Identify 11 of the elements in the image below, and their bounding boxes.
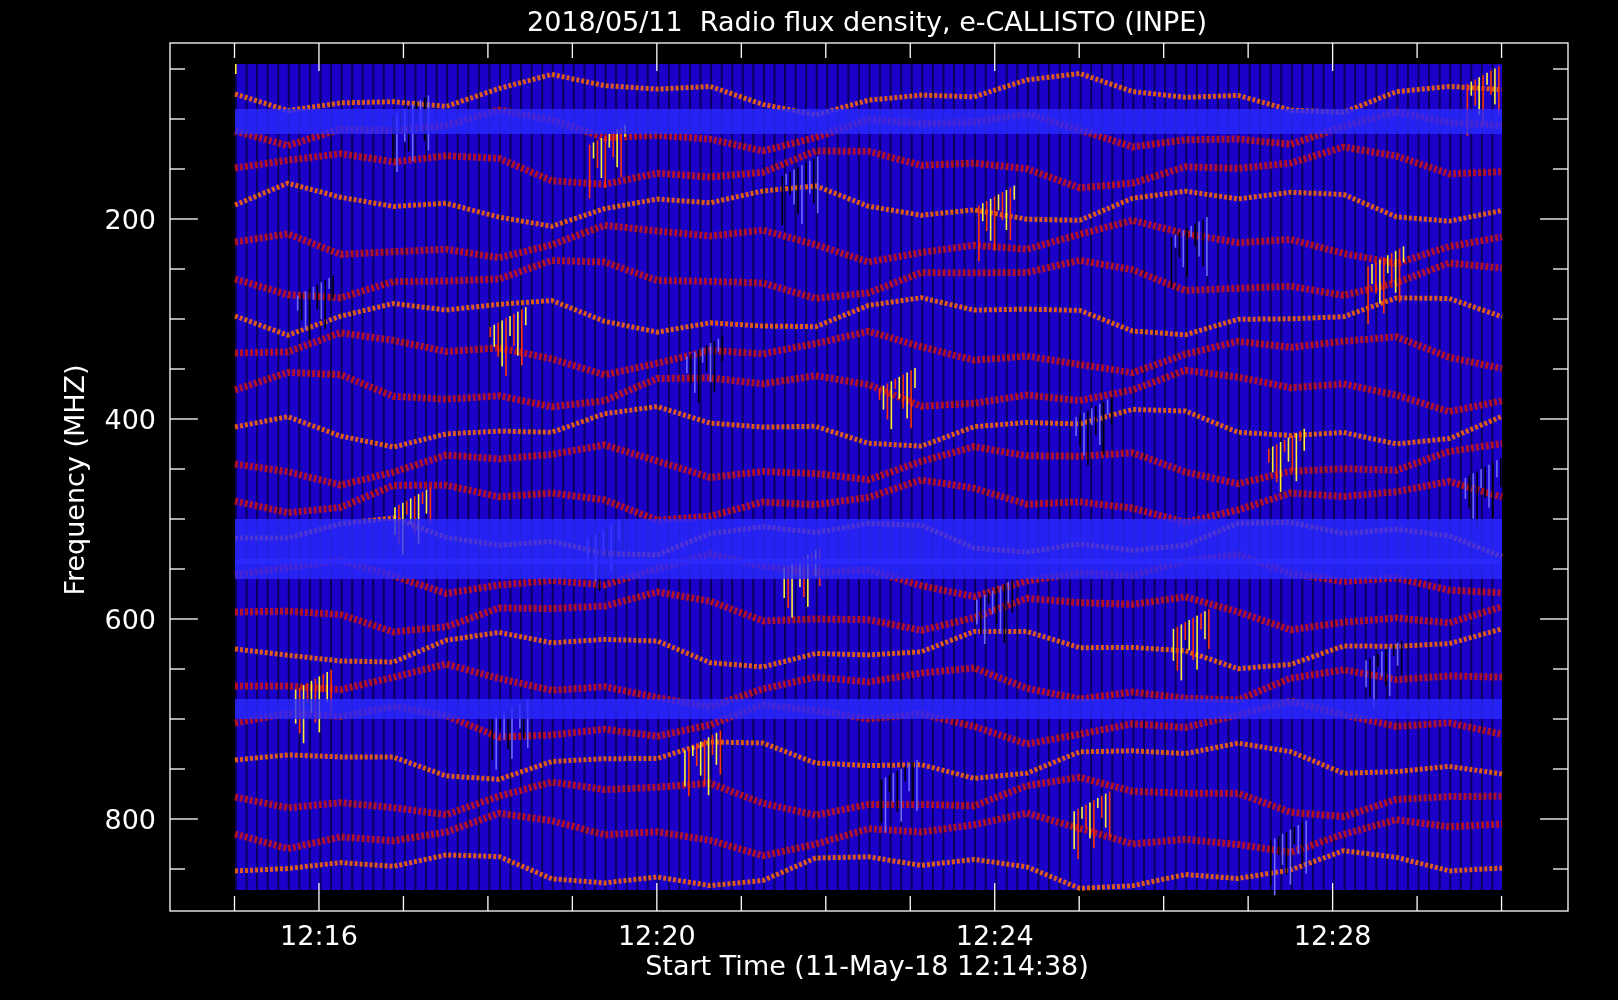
y-tick-label: 200 (104, 204, 156, 235)
plot-title: 2018/05/11 Radio flux density, e-CALLISTO (INPE) (527, 6, 1207, 37)
y-tick-label: 600 (104, 604, 156, 635)
y-tick-label: 400 (104, 404, 156, 435)
y-axis-label: Frequency (MHZ) (59, 364, 90, 596)
x-tick-label: 12:16 (280, 920, 358, 951)
x-tick-label: 12:28 (1293, 920, 1372, 951)
x-axis-label: Start Time (11-May-18 12:14:38) (645, 950, 1089, 981)
x-tick-label: 12:24 (955, 920, 1034, 951)
y-tick-label: 800 (104, 804, 156, 835)
x-tick-label: 12:20 (617, 920, 696, 951)
